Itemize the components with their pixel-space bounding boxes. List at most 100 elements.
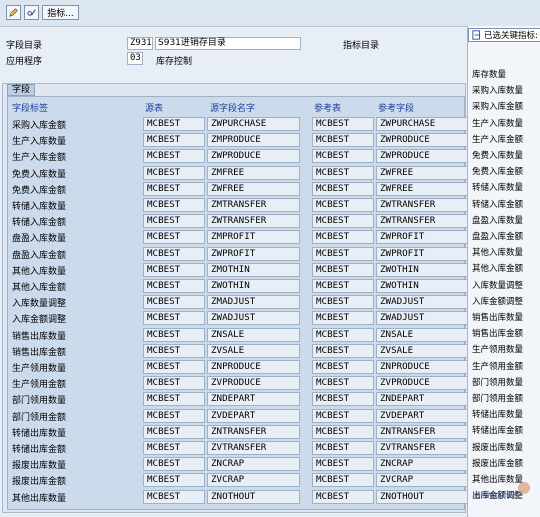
selected-indicator-item[interactable]: 销售出库数量 [472,311,523,323]
selected-indicator-item[interactable]: 生产入库金额 [472,133,523,145]
row-source-field[interactable]: ZNOTHOUT [207,489,300,504]
row-ref-table[interactable]: MCBEST [312,181,374,196]
row-ref-table[interactable]: MCBEST [312,441,374,455]
selected-indicator-item[interactable]: 销售出库金额 [472,327,523,339]
change-icon-button[interactable] [24,5,39,20]
row-ref-field[interactable]: ZWOTHIN [376,262,469,277]
selected-indicator-item[interactable]: 免费入库金额 [472,165,523,177]
row-source-table[interactable]: MCBEST [143,408,205,423]
row-source-field[interactable]: ZNTRANSFER [207,424,300,439]
selected-indicator-item[interactable]: 盘盈入库金额 [472,230,523,242]
row-source-field[interactable]: ZMTRANSFER [207,198,300,212]
row-ref-field[interactable]: ZWFREE [376,165,469,180]
row-ref-table[interactable]: MCBEST [312,133,374,148]
field-catalog-code[interactable]: Z931 [127,37,153,50]
row-source-field[interactable]: ZWFREE [207,181,300,196]
row-source-field[interactable]: ZWPRODUCE [207,149,300,164]
row-ref-table[interactable]: MCBEST [312,489,374,504]
row-source-field[interactable]: ZVPRODUCE [207,376,300,391]
selected-indicator-item[interactable]: 转储入库金额 [472,198,523,210]
row-ref-field[interactable]: ZNOTHOUT [376,489,469,504]
row-ref-field[interactable]: ZWTRANSFER [376,198,469,212]
row-source-table[interactable]: MCBEST [143,133,205,148]
selected-indicator-item[interactable]: 采购入库数量 [472,84,523,96]
row-ref-table[interactable]: MCBEST [312,117,374,131]
row-ref-table[interactable]: MCBEST [312,165,374,180]
row-ref-field[interactable]: ZVDEPART [376,408,469,423]
row-ref-table[interactable]: MCBEST [312,295,374,310]
row-ref-field[interactable]: ZVTRANSFER [376,441,469,455]
row-ref-field[interactable]: ZWPROFIT [376,246,469,261]
row-source-field[interactable]: ZWPROFIT [207,246,300,261]
row-ref-table[interactable]: MCBEST [312,457,374,472]
selected-indicator-item[interactable]: 库存数量 [472,68,506,80]
row-source-table[interactable]: MCBEST [143,181,205,196]
row-ref-table[interactable]: MCBEST [312,392,374,407]
row-source-table[interactable]: MCBEST [143,376,205,391]
row-source-table[interactable]: MCBEST [143,165,205,180]
row-ref-table[interactable]: MCBEST [312,343,374,358]
row-ref-field[interactable]: ZNSALE [376,327,469,342]
row-source-table[interactable]: MCBEST [143,343,205,358]
row-source-field[interactable]: ZWTRANSFER [207,214,300,229]
row-source-table[interactable]: MCBEST [143,473,205,488]
row-source-table[interactable]: MCBEST [143,489,205,504]
tab-fields[interactable]: 字段 [7,84,35,96]
row-ref-field[interactable]: ZWPROFIT [376,230,469,245]
row-ref-table[interactable]: MCBEST [312,198,374,212]
row-source-field[interactable]: ZVCRAP [207,473,300,488]
row-source-field[interactable]: ZNSALE [207,327,300,342]
selected-indicators-header[interactable]: 已选关键指标: [468,28,540,42]
row-source-table[interactable]: MCBEST [143,392,205,407]
row-source-table[interactable]: MCBEST [143,198,205,212]
row-source-table[interactable]: MCBEST [143,424,205,439]
row-source-field[interactable]: ZMFREE [207,165,300,180]
row-ref-table[interactable]: MCBEST [312,376,374,391]
row-source-field[interactable]: ZVTRANSFER [207,441,300,455]
selected-indicator-item[interactable]: 生产入库数量 [472,117,523,129]
row-source-table[interactable]: MCBEST [143,457,205,472]
selected-indicator-item[interactable]: 生产领用数量 [472,343,523,355]
row-ref-field[interactable]: ZNDEPART [376,392,469,407]
selected-indicator-item[interactable]: 生产领用金额 [472,360,523,372]
row-source-table[interactable]: MCBEST [143,230,205,245]
row-source-field[interactable]: ZVSALE [207,343,300,358]
selected-indicator-item[interactable]: 免费入库数量 [472,149,523,161]
row-source-field[interactable]: ZNCRAP [207,457,300,472]
indicator-button[interactable]: 指标... [42,5,79,20]
row-ref-table[interactable]: MCBEST [312,230,374,245]
selected-indicator-item[interactable]: 转储出库数量 [472,408,523,420]
row-source-field[interactable]: ZMPRODUCE [207,133,300,148]
row-source-field[interactable]: ZWPURCHASE [207,117,300,131]
selected-indicator-item[interactable]: 入库数量调整 [472,279,523,291]
application-code[interactable]: 03 [127,52,143,65]
row-ref-field[interactable]: ZWADJUST [376,311,469,326]
row-source-field[interactable]: ZMPROFIT [207,230,300,245]
row-ref-table[interactable]: MCBEST [312,408,374,423]
row-ref-table[interactable]: MCBEST [312,149,374,164]
selected-indicator-item[interactable]: 其他入库金额 [472,262,523,274]
row-ref-table[interactable]: MCBEST [312,327,374,342]
row-ref-field[interactable]: ZWTRANSFER [376,214,469,229]
row-source-table[interactable]: MCBEST [143,246,205,261]
selected-indicator-item[interactable]: 转储入库数量 [472,181,523,193]
row-source-table[interactable]: MCBEST [143,149,205,164]
selected-indicator-item[interactable]: 部门领用数量 [472,376,523,388]
row-ref-field[interactable]: ZWOTHIN [376,279,469,293]
row-ref-table[interactable]: MCBEST [312,311,374,326]
row-ref-field[interactable]: ZWFREE [376,181,469,196]
row-ref-table[interactable]: MCBEST [312,473,374,488]
row-source-field[interactable]: ZNDEPART [207,392,300,407]
selected-indicator-item[interactable]: 报废出库金额 [472,457,523,469]
row-ref-table[interactable]: MCBEST [312,214,374,229]
selected-indicator-item[interactable]: 入库金额调整 [472,295,523,307]
row-source-table[interactable]: MCBEST [143,295,205,310]
selected-indicator-item[interactable]: 采购入库金额 [472,100,523,112]
row-ref-field[interactable]: ZVPRODUCE [376,376,469,391]
row-ref-field[interactable]: ZNCRAP [376,457,469,472]
row-ref-table[interactable]: MCBEST [312,279,374,293]
row-source-field[interactable]: ZNPRODUCE [207,360,300,374]
row-source-field[interactable]: ZMOTHIN [207,262,300,277]
row-source-table[interactable]: MCBEST [143,311,205,326]
selected-indicator-item[interactable]: 其他入库数量 [472,246,523,258]
